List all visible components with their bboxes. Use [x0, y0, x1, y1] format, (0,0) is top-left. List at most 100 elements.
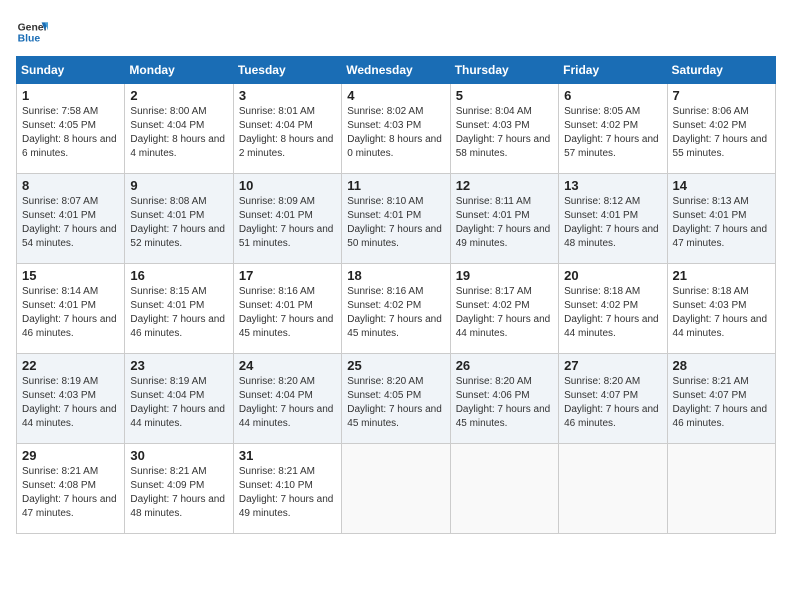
calendar-cell: 24 Sunrise: 8:20 AMSunset: 4:04 PMDayligh…: [233, 354, 341, 444]
col-header-sunday: Sunday: [17, 57, 125, 84]
day-info: Sunrise: 8:16 AMSunset: 4:01 PMDaylight:…: [239, 285, 336, 341]
day-number: 26: [456, 358, 553, 373]
day-info: Sunrise: 8:08 AMSunset: 4:01 PMDaylight:…: [130, 195, 227, 251]
day-info: Sunrise: 8:21 AMSunset: 4:10 PMDaylight:…: [239, 465, 336, 521]
col-header-thursday: Thursday: [450, 57, 558, 84]
day-info: Sunrise: 8:21 AMSunset: 4:09 PMDaylight:…: [130, 465, 227, 521]
calendar-cell: 17Sunrise: 8:16 AMSunset: 4:01 PMDayligh…: [233, 264, 341, 354]
calendar-cell: 18 Sunrise: 8:16 AMSunset: 4:02 PMDayligh…: [342, 264, 450, 354]
calendar-cell: 6 Sunrise: 8:05 AMSunset: 4:02 PMDaylight…: [559, 84, 667, 174]
calendar-cell: 19Sunrise: 8:17 AMSunset: 4:02 PMDayligh…: [450, 264, 558, 354]
day-number: 12: [456, 178, 553, 193]
day-number: 14: [673, 178, 770, 193]
day-info: Sunrise: 8:15 AMSunset: 4:01 PMDaylight:…: [130, 285, 227, 341]
calendar-cell: 8 Sunrise: 8:07 AMSunset: 4:01 PMDaylight…: [17, 174, 125, 264]
day-info: Sunrise: 8:05 AMSunset: 4:02 PMDaylight:…: [564, 105, 661, 161]
day-number: 24: [239, 358, 336, 373]
day-info: Sunrise: 8:02 AMSunset: 4:03 PMDaylight:…: [347, 105, 444, 161]
day-number: 29: [22, 448, 119, 463]
day-number: 25: [347, 358, 444, 373]
svg-text:Blue: Blue: [18, 34, 41, 45]
calendar-cell: 28 Sunrise: 8:21 AMSunset: 4:07 PMDayligh…: [667, 354, 775, 444]
page-header: General Blue: [16, 16, 776, 48]
calendar-cell: [342, 444, 450, 534]
calendar-cell: 3 Sunrise: 8:01 AMSunset: 4:04 PMDaylight…: [233, 84, 341, 174]
day-info: Sunrise: 8:21 AMSunset: 4:08 PMDaylight:…: [22, 465, 119, 521]
day-number: 4: [347, 88, 444, 103]
calendar-cell: [667, 444, 775, 534]
calendar-table: SundayMondayTuesdayWednesdayThursdayFrid…: [16, 56, 776, 534]
logo-icon: General Blue: [16, 16, 48, 48]
calendar-cell: 22 Sunrise: 8:19 AMSunset: 4:03 PMDayligh…: [17, 354, 125, 444]
calendar-cell: 12 Sunrise: 8:11 AMSunset: 4:01 PMDayligh…: [450, 174, 558, 264]
day-number: 10: [239, 178, 336, 193]
day-info: Sunrise: 8:07 AMSunset: 4:01 PMDaylight:…: [22, 195, 119, 251]
day-number: 5: [456, 88, 553, 103]
calendar-cell: 10 Sunrise: 8:09 AMSunset: 4:01 PMDayligh…: [233, 174, 341, 264]
day-info: Sunrise: 8:20 AMSunset: 4:06 PMDaylight:…: [456, 375, 553, 431]
day-info: Sunrise: 8:14 AMSunset: 4:01 PMDaylight:…: [22, 285, 119, 341]
day-number: 6: [564, 88, 661, 103]
calendar-cell: 14 Sunrise: 8:13 AMSunset: 4:01 PMDayligh…: [667, 174, 775, 264]
col-header-friday: Friday: [559, 57, 667, 84]
day-info: Sunrise: 8:09 AMSunset: 4:01 PMDaylight:…: [239, 195, 336, 251]
day-info: Sunrise: 8:00 AMSunset: 4:04 PMDaylight:…: [130, 105, 227, 161]
calendar-cell: 11Sunrise: 8:10 AMSunset: 4:01 PMDayligh…: [342, 174, 450, 264]
day-number: 23: [130, 358, 227, 373]
day-info: Sunrise: 8:20 AMSunset: 4:05 PMDaylight:…: [347, 375, 444, 431]
calendar-week-3: 15 Sunrise: 8:14 AMSunset: 4:01 PMDayligh…: [17, 264, 776, 354]
day-info: Sunrise: 8:16 AMSunset: 4:02 PMDaylight:…: [347, 285, 444, 341]
day-info: Sunrise: 8:17 AMSunset: 4:02 PMDaylight:…: [456, 285, 553, 341]
day-number: 31: [239, 448, 336, 463]
calendar-cell: 31 Sunrise: 8:21 AMSunset: 4:10 PMDayligh…: [233, 444, 341, 534]
day-number: 18: [347, 268, 444, 283]
day-info: Sunrise: 8:11 AMSunset: 4:01 PMDaylight:…: [456, 195, 553, 251]
calendar-cell: 21 Sunrise: 8:18 AMSunset: 4:03 PMDayligh…: [667, 264, 775, 354]
day-number: 16: [130, 268, 227, 283]
day-info: Sunrise: 8:18 AMSunset: 4:03 PMDaylight:…: [673, 285, 770, 341]
day-info: Sunrise: 8:19 AMSunset: 4:04 PMDaylight:…: [130, 375, 227, 431]
day-info: Sunrise: 8:21 AMSunset: 4:07 PMDaylight:…: [673, 375, 770, 431]
day-info: Sunrise: 7:58 AMSunset: 4:05 PMDaylight:…: [22, 105, 119, 161]
calendar-cell: 25 Sunrise: 8:20 AMSunset: 4:05 PMDayligh…: [342, 354, 450, 444]
col-header-saturday: Saturday: [667, 57, 775, 84]
day-info: Sunrise: 8:10 AMSunset: 4:01 PMDaylight:…: [347, 195, 444, 251]
day-number: 13: [564, 178, 661, 193]
day-number: 27: [564, 358, 661, 373]
day-info: Sunrise: 8:18 AMSunset: 4:02 PMDaylight:…: [564, 285, 661, 341]
calendar-week-2: 8 Sunrise: 8:07 AMSunset: 4:01 PMDaylight…: [17, 174, 776, 264]
calendar-cell: 5 Sunrise: 8:04 AMSunset: 4:03 PMDaylight…: [450, 84, 558, 174]
day-number: 9: [130, 178, 227, 193]
day-info: Sunrise: 8:20 AMSunset: 4:04 PMDaylight:…: [239, 375, 336, 431]
day-info: Sunrise: 8:01 AMSunset: 4:04 PMDaylight:…: [239, 105, 336, 161]
calendar-cell: 27 Sunrise: 8:20 AMSunset: 4:07 PMDayligh…: [559, 354, 667, 444]
calendar-week-5: 29 Sunrise: 8:21 AMSunset: 4:08 PMDayligh…: [17, 444, 776, 534]
day-number: 21: [673, 268, 770, 283]
day-number: 7: [673, 88, 770, 103]
calendar-week-4: 22 Sunrise: 8:19 AMSunset: 4:03 PMDayligh…: [17, 354, 776, 444]
calendar-cell: 15 Sunrise: 8:14 AMSunset: 4:01 PMDayligh…: [17, 264, 125, 354]
day-info: Sunrise: 8:04 AMSunset: 4:03 PMDaylight:…: [456, 105, 553, 161]
day-info: Sunrise: 8:13 AMSunset: 4:01 PMDaylight:…: [673, 195, 770, 251]
calendar-header-row: SundayMondayTuesdayWednesdayThursdayFrid…: [17, 57, 776, 84]
calendar-cell: 2 Sunrise: 8:00 AMSunset: 4:04 PMDaylight…: [125, 84, 233, 174]
calendar-cell: 13Sunrise: 8:12 AMSunset: 4:01 PMDayligh…: [559, 174, 667, 264]
day-number: 2: [130, 88, 227, 103]
calendar-week-1: 1 Sunrise: 7:58 AMSunset: 4:05 PMDaylight…: [17, 84, 776, 174]
calendar-cell: [559, 444, 667, 534]
day-number: 1: [22, 88, 119, 103]
day-info: Sunrise: 8:19 AMSunset: 4:03 PMDaylight:…: [22, 375, 119, 431]
col-header-tuesday: Tuesday: [233, 57, 341, 84]
logo: General Blue: [16, 16, 48, 48]
day-info: Sunrise: 8:20 AMSunset: 4:07 PMDaylight:…: [564, 375, 661, 431]
day-number: 22: [22, 358, 119, 373]
calendar-cell: 26 Sunrise: 8:20 AMSunset: 4:06 PMDayligh…: [450, 354, 558, 444]
day-number: 28: [673, 358, 770, 373]
day-number: 20: [564, 268, 661, 283]
calendar-cell: 1 Sunrise: 7:58 AMSunset: 4:05 PMDaylight…: [17, 84, 125, 174]
day-number: 8: [22, 178, 119, 193]
day-number: 15: [22, 268, 119, 283]
col-header-monday: Monday: [125, 57, 233, 84]
calendar-cell: 4 Sunrise: 8:02 AMSunset: 4:03 PMDaylight…: [342, 84, 450, 174]
day-number: 3: [239, 88, 336, 103]
